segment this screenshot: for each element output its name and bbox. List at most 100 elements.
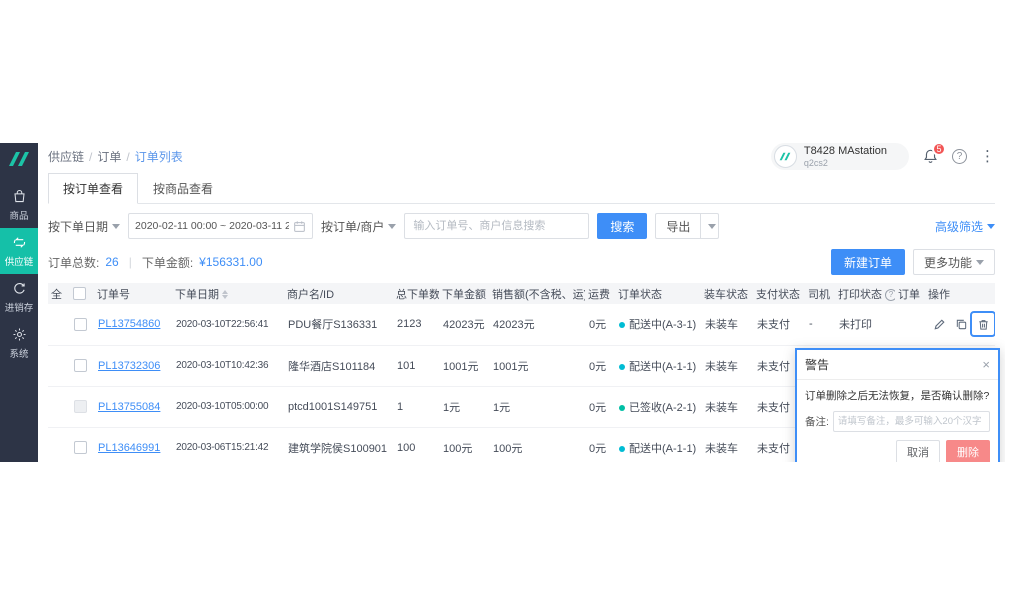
search-type-dropdown[interactable]: 按订单/商户 bbox=[321, 218, 396, 235]
col-header-pay: 支付状态 bbox=[753, 283, 805, 304]
sidebar-item-3[interactable]: 进销存 bbox=[0, 274, 38, 320]
delete-icon[interactable] bbox=[973, 314, 993, 334]
more-functions-button[interactable]: 更多功能 bbox=[913, 249, 995, 275]
dialog-title: 警告 bbox=[805, 356, 829, 373]
cell-sel bbox=[48, 345, 70, 386]
col-header-label: 支付状态 bbox=[756, 289, 800, 301]
export-button[interactable]: 导出 bbox=[656, 214, 700, 238]
col-header-label: 运费 bbox=[588, 289, 610, 301]
col-header-label: 打印状态 bbox=[838, 289, 882, 301]
col-header-load: 装车状态 bbox=[701, 283, 753, 304]
status-text: 配送中(A-1-1) bbox=[629, 361, 696, 373]
col-header-qty[interactable]: 总下单数 bbox=[393, 283, 439, 304]
chevron-down-icon bbox=[112, 224, 120, 229]
order-number-link[interactable]: PL13646991 bbox=[98, 442, 160, 454]
chevron-down-icon bbox=[987, 224, 995, 229]
cell-order_no: PL13755084 bbox=[94, 386, 172, 427]
user-chip[interactable]: T8428 MAstation q2cs2 bbox=[771, 143, 909, 170]
filter-row: 按下单日期 2020-02-11 00:00 ~ 2020-03-11 24:0… bbox=[48, 213, 995, 239]
confirm-delete-button[interactable]: 删除 bbox=[946, 440, 990, 462]
sidebar-item-2[interactable]: 供应链 bbox=[0, 228, 38, 274]
col-header-label: 订单状态 bbox=[618, 289, 662, 301]
remark-input[interactable] bbox=[833, 411, 990, 432]
row-checkbox[interactable] bbox=[74, 441, 87, 454]
breadcrumb-segment[interactable]: 订单 bbox=[97, 148, 121, 165]
help-icon[interactable]: ? bbox=[952, 149, 967, 164]
cell-driver: - bbox=[805, 304, 835, 345]
summary-divider: | bbox=[129, 255, 132, 269]
date-type-dropdown[interactable]: 按下单日期 bbox=[48, 218, 120, 235]
cell-actions bbox=[925, 304, 995, 345]
cell-extra bbox=[895, 304, 925, 345]
order-number-link[interactable]: PL13754860 bbox=[98, 318, 160, 330]
col-header-label: 装车状态 bbox=[704, 289, 748, 301]
order-number-link[interactable]: PL13755084 bbox=[98, 401, 160, 413]
breadcrumb-separator: / bbox=[126, 150, 129, 164]
notification-bell-icon[interactable]: 5 bbox=[922, 148, 939, 165]
select-all-checkbox[interactable] bbox=[73, 287, 86, 300]
row-checkbox[interactable] bbox=[74, 359, 87, 372]
cell-sales: 1元 bbox=[489, 386, 585, 427]
col-header-status: 订单状态 bbox=[615, 283, 701, 304]
status-dot bbox=[619, 322, 625, 328]
table-row: PL137548602020-03-10T22:56:41PDU餐厅S13633… bbox=[48, 304, 995, 345]
app-window: 商品供应链进销存系统 供应链/订单/订单列表 T8428 MAstation q… bbox=[0, 143, 1005, 462]
sort-icon[interactable] bbox=[222, 290, 228, 299]
col-header-check bbox=[70, 283, 94, 304]
status-dot bbox=[619, 405, 625, 411]
col-header-print: 打印状态? bbox=[835, 283, 895, 304]
cell-print: 未打印 bbox=[835, 304, 895, 345]
cell-amount: 42023元 bbox=[439, 304, 489, 345]
cell-sel bbox=[48, 304, 70, 345]
remark-row: 备注: bbox=[805, 411, 990, 432]
system-icon bbox=[12, 327, 27, 342]
cancel-button[interactable]: 取消 bbox=[896, 440, 940, 462]
date-range-value: 2020-02-11 00:00 ~ 2020-03-11 24:00 bbox=[135, 220, 289, 232]
sidebar-item-4[interactable]: 系统 bbox=[0, 320, 38, 366]
print-status-help-icon[interactable]: ? bbox=[885, 289, 895, 301]
cell-freight: 0元 bbox=[585, 304, 615, 345]
row-checkbox[interactable] bbox=[74, 400, 87, 413]
sidebar-item-1[interactable]: 商品 bbox=[0, 182, 38, 228]
cell-load: 未装车 bbox=[701, 304, 753, 345]
cell-freight: 0元 bbox=[585, 345, 615, 386]
cell-merchant: 隆华酒店S101184 bbox=[284, 345, 393, 386]
advanced-filter-link[interactable]: 高级筛选 bbox=[935, 218, 995, 235]
cell-amount: 100元 bbox=[439, 427, 489, 462]
order-number-link[interactable]: PL13732306 bbox=[98, 360, 160, 372]
export-dropdown-toggle[interactable] bbox=[700, 214, 718, 238]
row-checkbox[interactable] bbox=[74, 318, 87, 331]
breadcrumb-segment: 订单列表 bbox=[135, 148, 183, 165]
col-header-amount[interactable]: 下单金额 bbox=[439, 283, 489, 304]
copy-icon[interactable] bbox=[951, 314, 971, 334]
order-count-label: 订单总数: bbox=[48, 254, 99, 271]
col-header-label: 商户名/ID bbox=[287, 289, 334, 301]
tab-2[interactable]: 按商品查看 bbox=[138, 173, 228, 204]
close-icon[interactable]: × bbox=[982, 358, 990, 371]
col-header-label: 订单 bbox=[898, 289, 920, 301]
cell-freight: 0元 bbox=[585, 386, 615, 427]
col-header-freight: 运费 bbox=[585, 283, 615, 304]
breadcrumb-segment[interactable]: 供应链 bbox=[48, 148, 84, 165]
search-button[interactable]: 搜索 bbox=[597, 213, 647, 239]
edit-icon[interactable] bbox=[929, 314, 949, 334]
cell-order_no: PL13732306 bbox=[94, 345, 172, 386]
cell-amount: 1001元 bbox=[439, 345, 489, 386]
col-header-label: 订单号 bbox=[97, 289, 130, 301]
col-header-date[interactable]: 下单日期 bbox=[172, 283, 284, 304]
search-input[interactable] bbox=[404, 213, 589, 239]
col-header-order_no: 订单号 bbox=[94, 283, 172, 304]
tab-1[interactable]: 按订单查看 bbox=[48, 173, 138, 204]
more-menu-icon[interactable]: ⋮ bbox=[980, 149, 995, 164]
status-text: 配送中(A-3-1) bbox=[629, 319, 696, 331]
topbar-right: T8428 MAstation q2cs2 5 ? ⋮ bbox=[771, 143, 995, 170]
cell-date: 2020-03-10T22:56:41 bbox=[172, 304, 284, 345]
col-header-label: 司机 bbox=[808, 289, 830, 301]
cell-date: 2020-03-10T10:42:36 bbox=[172, 345, 284, 386]
cell-status: 配送中(A-1-1) bbox=[615, 345, 701, 386]
cell-status: 配送中(A-1-1) bbox=[615, 427, 701, 462]
table-header-row: 全订单号下单日期商户名/ID总下单数下单金额销售额(不含税、运)运费订单状态装车… bbox=[48, 283, 995, 304]
date-range-picker[interactable]: 2020-02-11 00:00 ~ 2020-03-11 24:00 bbox=[128, 213, 313, 239]
col-header-sales[interactable]: 销售额(不含税、运) bbox=[489, 283, 585, 304]
new-order-button[interactable]: 新建订单 bbox=[831, 249, 905, 275]
